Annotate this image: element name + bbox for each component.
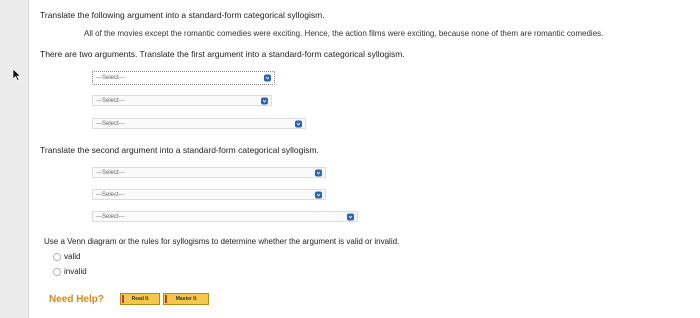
dropdown-arrow-icon: [347, 213, 354, 220]
first-premise-2-select[interactable]: ---Select---: [92, 95, 272, 106]
select-value: ---Select---: [96, 75, 125, 81]
read-it-button[interactable]: Read It: [120, 293, 160, 305]
second-conclusion-select[interactable]: ---Select---: [92, 211, 358, 222]
radio-button[interactable]: [53, 252, 61, 261]
dropdown-arrow-icon: [261, 97, 268, 104]
mouse-cursor-icon: [12, 68, 22, 86]
option-label: valid: [64, 252, 81, 261]
master-it-button[interactable]: Master It: [163, 293, 209, 305]
dropdown-arrow-icon: [264, 74, 271, 82]
dropdown-arrow-icon: [315, 191, 322, 198]
select-value: ---Select---: [96, 213, 125, 220]
question-instruction: Translate the following argument into a …: [40, 10, 325, 20]
second-premise-1-select[interactable]: ---Select---: [92, 167, 326, 178]
argument-text: All of the movies except the romantic co…: [84, 29, 604, 38]
question-panel: [28, 0, 700, 318]
first-premise-1-select[interactable]: ---Select---: [92, 71, 275, 85]
select-value: ---Select---: [96, 120, 125, 127]
select-value: ---Select---: [96, 191, 125, 198]
dropdown-arrow-icon: [315, 169, 322, 176]
two-arguments-note: There are two arguments. Translate the f…: [40, 49, 405, 59]
option-label: invalid: [64, 267, 87, 276]
first-conclusion-select[interactable]: ---Select---: [92, 118, 306, 129]
select-value: ---Select---: [96, 169, 125, 176]
second-premise-2-select[interactable]: ---Select---: [92, 189, 326, 200]
need-help-label: Need Help?: [49, 294, 105, 305]
validity-option-valid[interactable]: valid: [53, 252, 80, 261]
second-argument-instruction: Translate the second argument into a sta…: [40, 145, 319, 155]
venn-instruction: Use a Venn diagram or the rules for syll…: [44, 237, 400, 246]
radio-button[interactable]: [53, 267, 61, 276]
validity-option-invalid[interactable]: invalid: [53, 267, 87, 276]
dropdown-arrow-icon: [295, 120, 302, 127]
select-value: ---Select---: [96, 97, 125, 104]
